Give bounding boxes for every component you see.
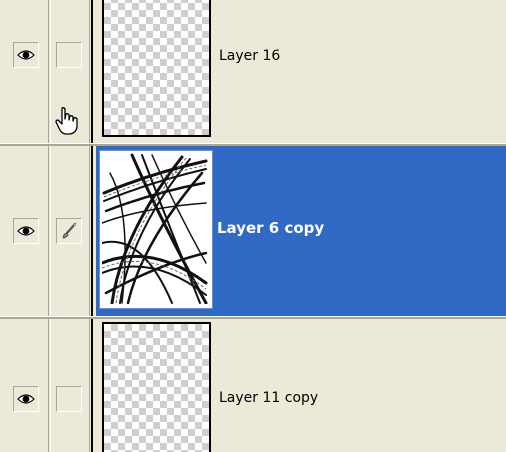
layer-name-area[interactable]: Layer 11 copy [96, 319, 506, 452]
link-toggle[interactable] [56, 42, 82, 68]
layer-thumbnail [99, 150, 213, 309]
visibility-toggle[interactable] [13, 386, 39, 412]
brush-icon [62, 222, 77, 239]
eye-icon [17, 50, 35, 60]
visibility-toggle[interactable] [13, 218, 39, 244]
eye-icon [17, 394, 35, 404]
link-toggle[interactable] [56, 386, 82, 412]
layer-row[interactable]: Layer 11 copy [0, 319, 506, 452]
layer-thumbnail [102, 322, 211, 452]
layer-row-selected[interactable]: Layer 6 copy [0, 146, 506, 316]
layer-name: Layer 6 copy [217, 219, 325, 237]
eye-icon [17, 226, 35, 236]
layer-name-area[interactable]: Layer 6 copy [96, 146, 506, 316]
hand-cursor-icon [55, 107, 78, 135]
layer-name: Layer 11 copy [219, 390, 319, 406]
brush-strokes-image [102, 153, 208, 305]
visibility-toggle[interactable] [13, 42, 39, 68]
layers-panel: Layer 16 Layer 6 copy Layer 11 copy [0, 0, 506, 452]
layer-name: Layer 16 [219, 48, 281, 64]
layer-thumbnail [102, 0, 211, 137]
link-toggle[interactable] [56, 218, 82, 244]
layer-name-area[interactable]: Layer 16 [96, 0, 506, 143]
